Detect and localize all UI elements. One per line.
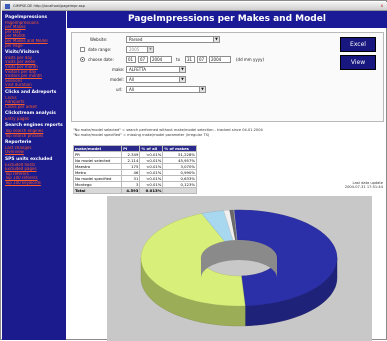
pie-chart bbox=[140, 209, 338, 327]
pie-chart-frame bbox=[107, 196, 372, 341]
notes: "No make/model selected" = search perfor… bbox=[73, 128, 385, 138]
chevron-down-icon: ▼ bbox=[199, 87, 205, 92]
app-icon bbox=[5, 4, 10, 9]
close-icon[interactable]: X bbox=[381, 2, 383, 11]
to-day-field[interactable]: 31 bbox=[185, 56, 195, 63]
date-range-checkbox[interactable] bbox=[80, 47, 85, 52]
page-title: PageImpressions per Makes and Model bbox=[67, 11, 387, 28]
table-cell: 4.593 bbox=[121, 187, 141, 194]
table-body: PR 2.349 <0.01% 51,228% No model selected 2.1… bbox=[72, 151, 197, 194]
url-label: url: bbox=[116, 87, 123, 92]
date-range-select[interactable]: 2005 ▼ bbox=[126, 46, 154, 53]
model-label: model: bbox=[110, 77, 124, 82]
table-row: No model selected 2.114 <0.01% 45,957% bbox=[72, 157, 197, 164]
sidebar-link[interactable]: Clicks per adset bbox=[5, 105, 64, 110]
main-content: PageImpressions per Makes and Model Webs… bbox=[67, 11, 387, 341]
choose-date-label: choose date: bbox=[88, 57, 114, 62]
make-select[interactable]: ALFETTA ▼ bbox=[126, 66, 186, 73]
make-label: make: bbox=[112, 67, 125, 72]
last-update: Last data update 2004-07-31 17:51:44 bbox=[325, 181, 383, 190]
chevron-down-icon: ▼ bbox=[179, 67, 185, 72]
sidebar-link[interactable]: Visit duration bbox=[5, 83, 64, 88]
to-year-field[interactable]: 2004 bbox=[209, 56, 231, 63]
choose-date-radio[interactable] bbox=[80, 57, 85, 62]
chevron-down-icon: ▼ bbox=[147, 47, 153, 52]
sidebar-link[interactable]: Top 100 keywords bbox=[5, 181, 64, 186]
browser-window: GIMPSE.DE http://localhost/pageimpr.asp … bbox=[0, 0, 387, 341]
table-cell: 0.013% bbox=[139, 187, 164, 194]
chevron-down-icon: ▼ bbox=[179, 77, 185, 82]
url-select[interactable]: All ▼ bbox=[126, 86, 206, 93]
website-select[interactable]: Parsed ▼ bbox=[126, 36, 220, 43]
table-cell bbox=[162, 187, 197, 194]
title-bar: GIMPSE.DE http://localhost/pageimpr.asp … bbox=[2, 2, 387, 11]
date-format-hint: (dd mm yyyy) bbox=[236, 57, 265, 62]
sidebar-link[interactable]: per Page bbox=[5, 44, 64, 49]
view-button[interactable]: View bbox=[340, 55, 376, 70]
results-table: make/model PI% of all% of makes PR 2.349 <0… bbox=[72, 145, 197, 194]
website-label: Website: bbox=[90, 37, 108, 42]
table-total-row: Total 4.593 0.013% bbox=[72, 187, 197, 194]
filter-form: Website: Parsed ▼ date range: 2005 ▼ choos… bbox=[71, 32, 384, 122]
sidebar-link[interactable]: Top search phrases bbox=[5, 134, 64, 139]
sidebar-link[interactable]: Overview bbox=[5, 150, 64, 155]
to-label: to bbox=[176, 57, 181, 62]
sidebar-nav: PageImpressions PageImpressions per Makes p… bbox=[2, 11, 66, 340]
chevron-down-icon: ▼ bbox=[213, 37, 219, 42]
last-update-value: 2004-07-31 17:51:44 bbox=[344, 185, 383, 190]
window-title: GIMPSE.DE http://localhost/pageimpr.asp bbox=[13, 4, 85, 8]
table-cell: Total bbox=[72, 187, 123, 194]
note-line: "No make/model specified" = missing make… bbox=[73, 132, 210, 137]
date-range-label: date range: bbox=[88, 47, 112, 52]
from-day-field[interactable]: 01 bbox=[126, 56, 136, 63]
from-year-field[interactable]: 2004 bbox=[150, 56, 172, 63]
to-month-field[interactable]: 07 bbox=[197, 56, 207, 63]
excel-button[interactable]: Excel bbox=[340, 37, 376, 52]
model-select[interactable]: All ▼ bbox=[126, 76, 186, 83]
from-month-field[interactable]: 07 bbox=[138, 56, 148, 63]
sidebar-link[interactable]: Entry pages bbox=[5, 117, 64, 122]
